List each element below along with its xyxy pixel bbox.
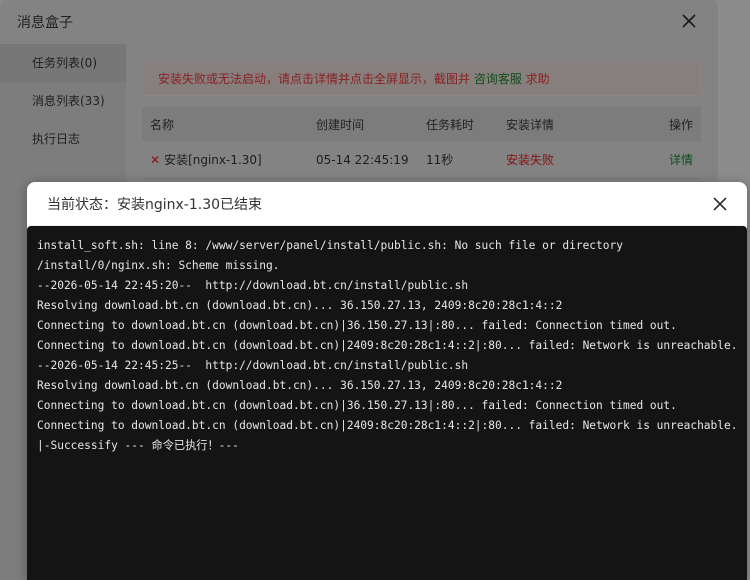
column-header-action: 操作 xyxy=(668,117,693,132)
action-cell: 详情 xyxy=(626,151,701,168)
message-box-titlebar: 消息盒子 xyxy=(0,0,718,44)
detail-link[interactable]: 详情 xyxy=(669,153,693,167)
duration-cell: 11秒 xyxy=(426,153,454,167)
column-header-created: 创建时间 xyxy=(316,117,365,132)
alert-suffix: 求助 xyxy=(521,72,550,86)
message-box-title: 消息盒子 xyxy=(17,15,73,31)
log-line: Connecting to download.bt.cn (download.b… xyxy=(37,339,738,352)
sidebar-item-label: 执行日志 xyxy=(32,132,81,146)
close-icon[interactable] xyxy=(680,12,698,30)
log-dialog-title: 当前状态：安装nginx-1.30已结束 xyxy=(47,196,263,213)
log-line: |-Successify --- 命令已执行！--- xyxy=(37,439,239,452)
message-table: 名称 创建时间 任务耗时 安装详情 操作 ✕ 安装[nginx-1.30] 05-… xyxy=(142,107,701,179)
install-log-dialog: 当前状态：安装nginx-1.30已结束 install_soft.sh: li… xyxy=(27,182,747,580)
install-fail-alert: 安装失败或无法启动，请点击详情并点击全屏显示，截图并 咨询客服 求助 xyxy=(142,62,701,96)
close-icon[interactable] xyxy=(711,195,729,213)
table-row: ✕ 安装[nginx-1.30] 05-14 22:45:19 11秒 安装失败 … xyxy=(142,141,701,179)
log-line: --2026-05-14 22:45:20-- http://download.… xyxy=(37,279,469,292)
log-terminal[interactable]: install_soft.sh: line 8: /www/server/pan… xyxy=(27,226,747,580)
log-line: Connecting to download.bt.cn (download.b… xyxy=(37,399,677,412)
log-dialog-titlebar: 当前状态：安装nginx-1.30已结束 xyxy=(27,182,747,226)
log-line: Connecting to download.bt.cn (download.b… xyxy=(37,419,738,432)
message-box-content: 安装失败或无法启动，请点击详情并点击全屏显示，截图并 咨询客服 求助 名称 创建… xyxy=(142,62,701,179)
log-line: Resolving download.bt.cn (download.bt.cn… xyxy=(37,299,563,312)
alert-text: 安装失败或无法启动，请点击详情并点击全屏显示，截图并 xyxy=(158,72,474,86)
column-header-name: 名称 xyxy=(150,117,175,132)
sidebar-item-label: 消息列表(33) xyxy=(32,94,105,108)
sidebar-item-messages[interactable]: 消息列表(33) xyxy=(0,82,126,120)
log-line: install_soft.sh: line 8: /www/server/pan… xyxy=(37,239,623,252)
created-time-cell: 05-14 22:45:19 xyxy=(316,152,409,167)
table-header: 名称 创建时间 任务耗时 安装详情 操作 xyxy=(142,107,701,141)
sidebar-item-logs[interactable]: 执行日志 xyxy=(0,120,126,158)
task-name-cell: ✕ 安装[nginx-1.30] xyxy=(142,151,316,168)
sidebar-item-label: 任务列表(0) xyxy=(32,56,97,70)
status-badge: 安装失败 xyxy=(506,153,555,167)
task-name: 安装[nginx-1.30] xyxy=(164,153,262,167)
log-line: Resolving download.bt.cn (download.bt.cn… xyxy=(37,379,563,392)
log-line: Connecting to download.bt.cn (download.b… xyxy=(37,319,677,332)
column-header-status: 安装详情 xyxy=(506,117,555,132)
contact-support-link[interactable]: 咨询客服 xyxy=(474,72,522,86)
fail-x-icon: ✕ xyxy=(150,153,161,167)
log-line: /install/0/nginx.sh: Scheme missing. xyxy=(37,259,280,272)
log-line: --2026-05-14 22:45:25-- http://download.… xyxy=(37,359,469,372)
sidebar-item-tasks[interactable]: 任务列表(0) xyxy=(0,44,126,82)
column-header-duration: 任务耗时 xyxy=(426,117,475,132)
